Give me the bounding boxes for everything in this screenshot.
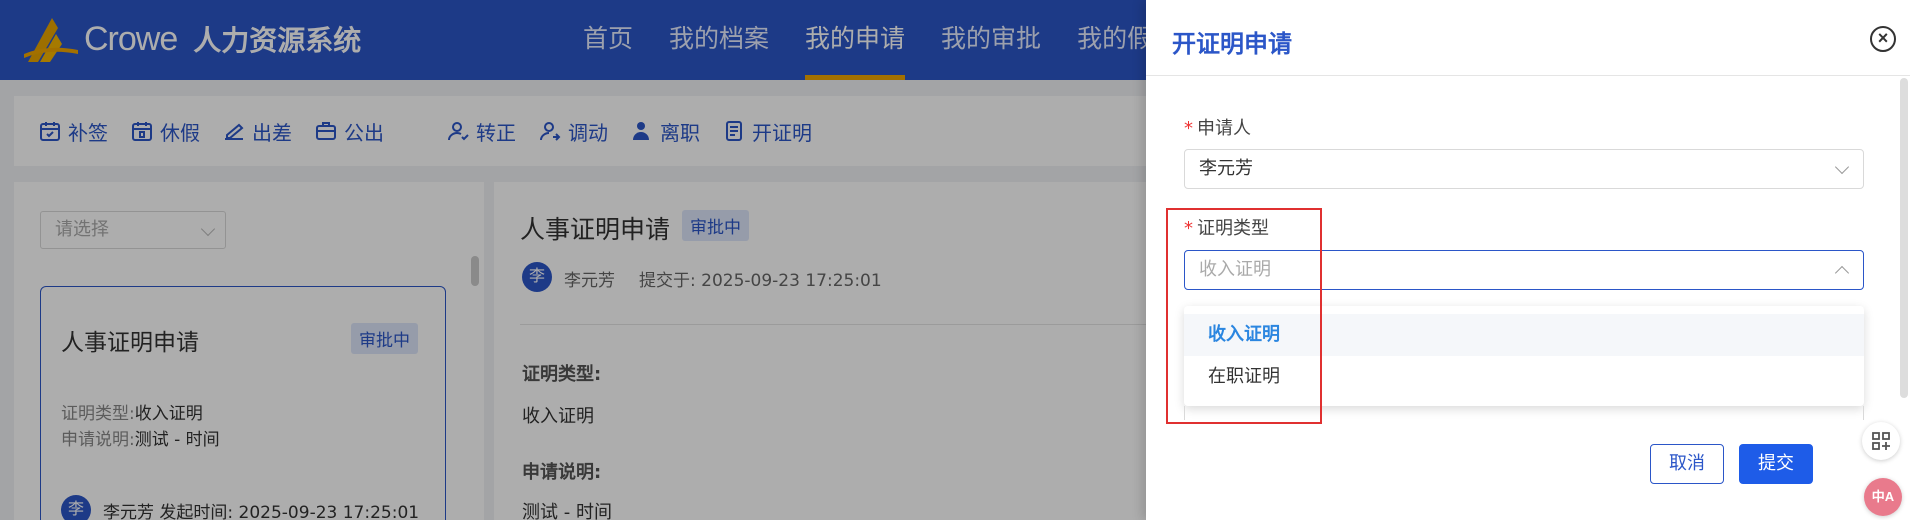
cancel-button[interactable]: 取消 xyxy=(1650,444,1724,484)
applicant-value: 李元芳 xyxy=(1199,158,1253,179)
applicant-label: * 申请人 xyxy=(1184,114,1251,140)
translate-icon[interactable]: 中A xyxy=(1864,478,1902,516)
chevron-down-icon xyxy=(1834,159,1850,175)
required-mark: * xyxy=(1184,118,1193,139)
drawer-scrollbar[interactable] xyxy=(1900,78,1908,398)
chevron-up-icon xyxy=(1834,265,1850,281)
submit-button[interactable]: 提交 xyxy=(1739,444,1813,484)
app-grid-icon xyxy=(1872,432,1890,450)
applicant-label-text: 申请人 xyxy=(1197,118,1251,139)
float-app-grid-button[interactable] xyxy=(1862,422,1900,460)
highlight-annotation-box xyxy=(1166,208,1322,424)
close-icon[interactable]: × xyxy=(1870,26,1896,52)
applicant-select[interactable]: 李元芳 xyxy=(1184,149,1864,189)
drawer-title: 开证明申请 xyxy=(1172,30,1292,58)
modal-overlay[interactable] xyxy=(0,0,1146,520)
drawer-header: 开证明申请 × xyxy=(1146,0,1910,76)
